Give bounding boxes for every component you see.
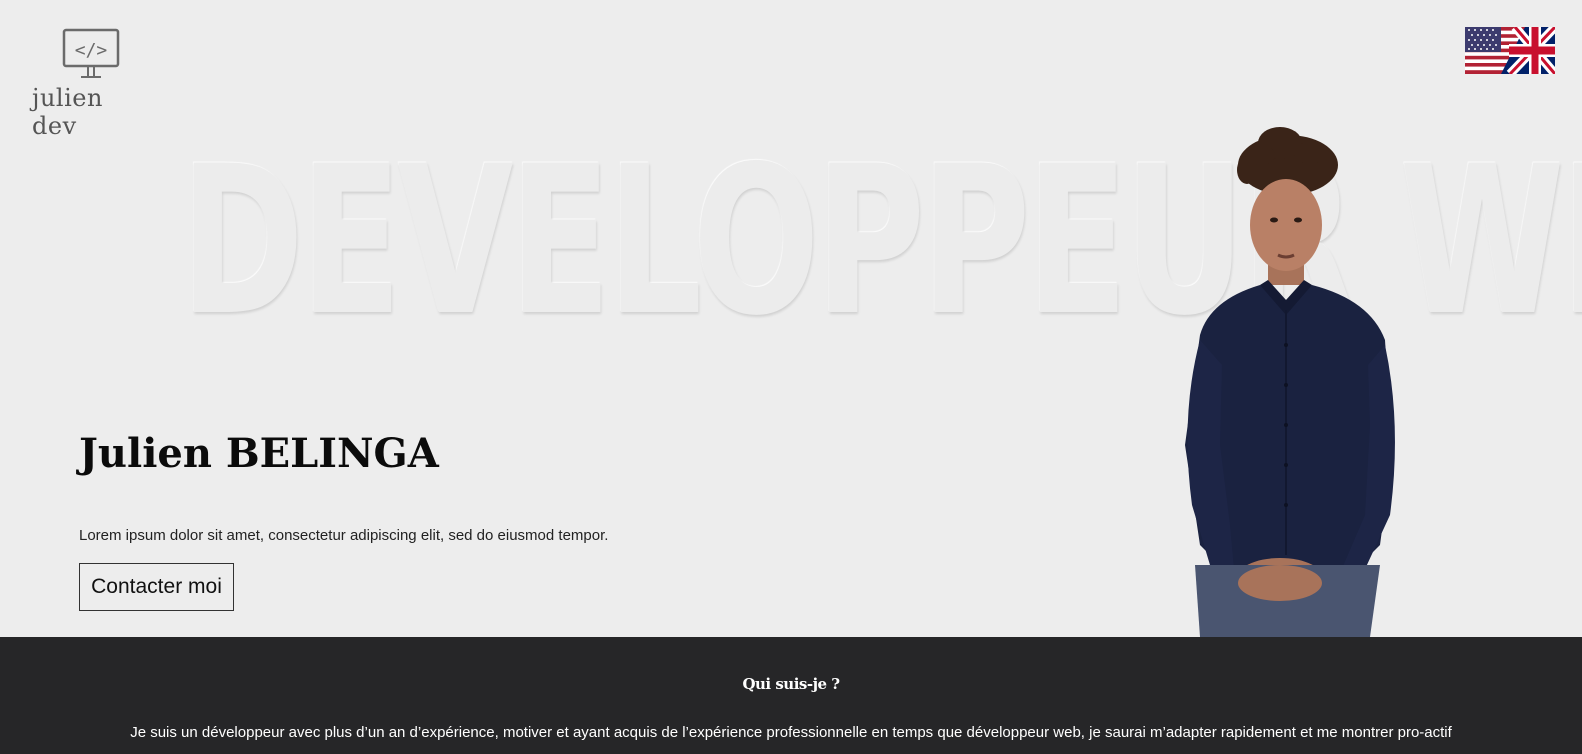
background-title: DEVELOPPEUR WEB xyxy=(180,123,1582,361)
svg-text:</>: </> xyxy=(75,40,108,61)
hero-section: </> julien dev DEVELOPPEUR W Julien BELI… xyxy=(0,0,1582,637)
about-section: Qui suis-je ? Je suis un développeur ave… xyxy=(0,637,1582,754)
uk-flag-icon[interactable] xyxy=(1465,27,1555,74)
logo-text: julien dev xyxy=(32,84,103,140)
about-title: Qui suis-je ? xyxy=(742,675,840,693)
contact-button[interactable]: Contacter moi xyxy=(79,563,234,611)
code-monitor-icon: </> xyxy=(62,28,120,78)
profile-photo xyxy=(1185,127,1395,637)
intro-text: Lorem ipsum dolor sit amet, consectetur … xyxy=(79,527,609,544)
about-text: Je suis un développeur avec plus d’un an… xyxy=(130,724,1452,741)
site-logo[interactable]: </> julien dev xyxy=(30,28,150,140)
page-title: Julien BELINGA xyxy=(79,430,439,477)
